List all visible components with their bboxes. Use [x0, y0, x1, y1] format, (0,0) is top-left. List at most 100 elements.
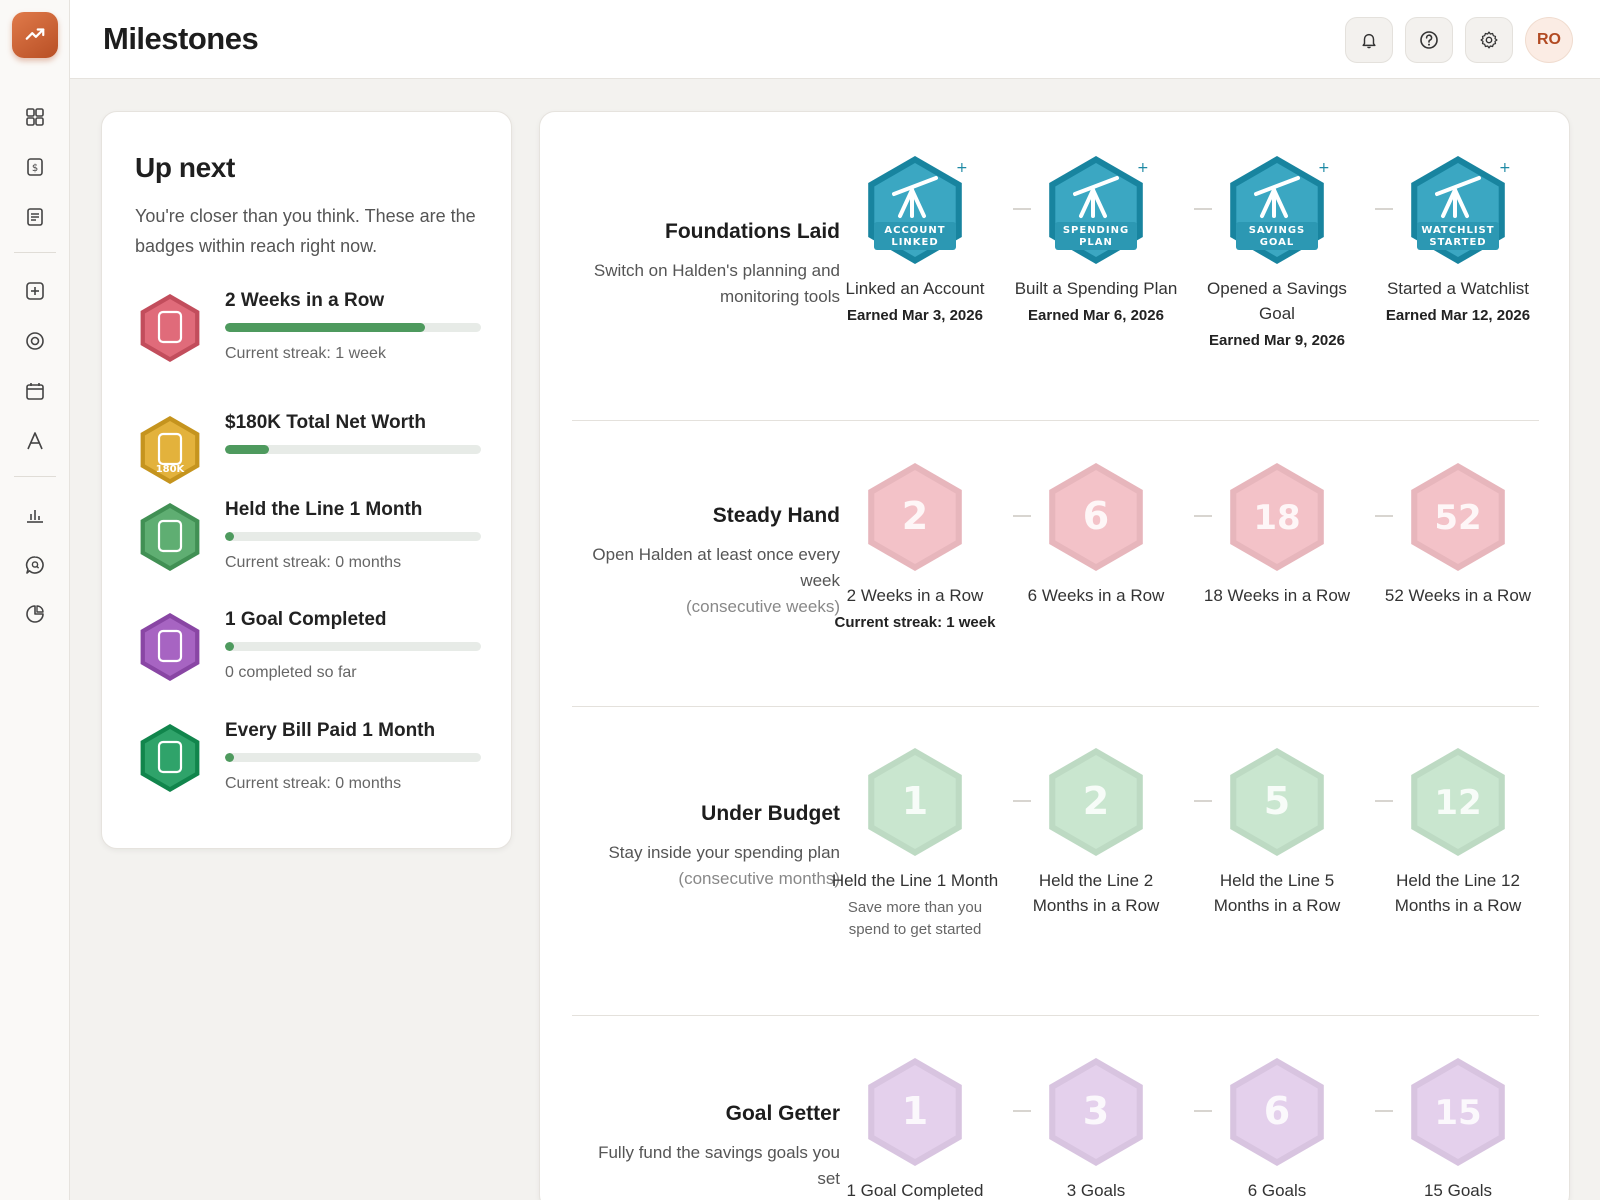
up-next-item-status: Current streak: 0 months: [225, 554, 402, 571]
progress-bar: [225, 445, 481, 454]
badge-status: Earned Mar 6, 2026: [1028, 307, 1164, 324]
milestone-badge[interactable]: 2 2 Weeks in a Row Current streak: 1 week: [830, 457, 1000, 634]
badge-number: 15: [1434, 1093, 1481, 1133]
badge-name: Opened a Savings Goal: [1207, 279, 1347, 323]
sidebar: $: [0, 0, 70, 1200]
badge-name: 2 Weeks in a Row: [846, 586, 984, 605]
trend-up-icon: [25, 28, 45, 40]
up-next-item-status: Current streak: 0 months: [225, 775, 402, 792]
badge-number: 2: [1083, 779, 1109, 823]
badge-name: 3 Goals: [1066, 1181, 1126, 1200]
milestone-badge[interactable]: 18 18 Weeks in a Row: [1192, 457, 1362, 608]
up-next-item[interactable]: 180K $180K Total Net Worth: [135, 412, 485, 512]
badge-status: Earned Mar 12, 2026: [1385, 307, 1531, 324]
section-title: Under Budget: [701, 802, 840, 825]
up-next-item-title: 2 Weeks in a Row: [225, 290, 385, 311]
sidebar-item-calendar[interactable]: [22, 378, 48, 404]
telescope-badge-icon: + SPENDINGPLAN: [1049, 156, 1149, 264]
section-description-text: Switch on Halden's planning and monitori…: [593, 261, 840, 306]
sidebar-item-money[interactable]: $: [22, 154, 48, 180]
milestone-badge[interactable]: + WATCHLIST STARTED Started a Watchlist Earn…: [1373, 150, 1543, 327]
sparkle-icon: +: [1137, 160, 1149, 176]
milestone-badge[interactable]: + ACCOUNT LINKED Linked an Account Earned Ma…: [830, 150, 1000, 327]
badge-hex-label: SPENDING: [1063, 225, 1129, 236]
badge-name: 1 Goal Completed: [846, 1181, 984, 1200]
app-logo[interactable]: [12, 12, 58, 58]
section-divider: [572, 420, 1539, 421]
section-title: Goal Getter: [725, 1102, 840, 1125]
badge-name: 52 Weeks in a Row: [1384, 586, 1532, 605]
locked-badge-icon: 52: [1411, 463, 1505, 571]
milestone-badge[interactable]: 6 6 Weeks in a Row: [1011, 457, 1181, 608]
badge-name: Held the Line 1 Month: [831, 871, 999, 890]
sidebar-item-add[interactable]: [22, 278, 48, 304]
up-next-item-title: 1 Goal Completed: [225, 609, 387, 630]
sidebar-item-allocation[interactable]: [22, 601, 48, 627]
locked-badge-icon: 6: [1230, 1058, 1324, 1166]
progress-fill: [225, 642, 234, 651]
sidebar-item-stats[interactable]: [22, 502, 48, 528]
notifications-button[interactable]: [1345, 17, 1393, 63]
dashboard-icon: [26, 108, 44, 126]
badge-hex-label: WATCHLIST: [1421, 225, 1494, 236]
up-next-item-title: Every Bill Paid 1 Month: [225, 720, 436, 741]
up-next-item[interactable]: 1 Goal Completed 0 completed so far: [135, 609, 485, 709]
milestone-badge[interactable]: 3 3 Goals: [1011, 1052, 1181, 1200]
telescope-badge-icon: + ACCOUNTLINKED: [868, 156, 968, 264]
locked-badge-icon: 1: [868, 1058, 962, 1166]
milestone-badge[interactable]: 12 Held the Line 12 Months in a Row: [1373, 742, 1543, 918]
badge-name: 6 Goals: [1247, 1181, 1307, 1200]
up-next-item[interactable]: Held the Line 1 Month Current streak: 0 m…: [135, 499, 485, 599]
badge-hex-label: PLAN: [1079, 237, 1113, 248]
badge-status: Current streak: 1 week: [834, 614, 996, 631]
milestone-badge[interactable]: 5 Held the Line 5 Months in a Row: [1192, 742, 1362, 918]
progress-fill: [225, 323, 425, 332]
sidebar-item-dashboard[interactable]: [22, 104, 48, 130]
locked-badge-icon: 2: [868, 463, 962, 571]
milestone-badge[interactable]: 52 52 Weeks in a Row: [1373, 457, 1543, 608]
milestone-badge[interactable]: 1 Held the Line 1 Month Save more than you…: [830, 742, 1000, 941]
section-description-note: (consecutive weeks): [685, 597, 840, 616]
sidebar-item-search-chat[interactable]: [22, 552, 48, 578]
sidebar-item-reports[interactable]: [22, 204, 48, 230]
help-icon: [1420, 31, 1438, 49]
sidebar-item-advice[interactable]: [22, 428, 48, 454]
user-avatar[interactable]: RO: [1525, 17, 1573, 63]
sparkle-icon: +: [1318, 160, 1330, 176]
milestone-badge[interactable]: + SPENDING PLAN Built a Spending Plan Earned…: [1011, 150, 1181, 327]
progress-bar: [225, 532, 481, 541]
locked-badge-icon: 18: [1230, 463, 1324, 571]
milestone-badge[interactable]: + SAVINGS GOAL Opened a Savings Goal Earned …: [1192, 150, 1362, 352]
telescope-badge-icon: + SAVINGSGOAL: [1230, 156, 1330, 264]
calendar-icon: [26, 383, 44, 400]
locked-badge-icon: 12: [1411, 748, 1505, 856]
milestone-badge[interactable]: 15 15 Goals: [1373, 1052, 1543, 1200]
sidebar-item-goals[interactable]: [22, 328, 48, 354]
section-description: Open Halden at least once every week (con…: [580, 542, 840, 620]
up-next-item[interactable]: Every Bill Paid 1 Month Current streak: 0…: [135, 720, 485, 820]
up-next-card: Up next You're closer than you think. Th…: [101, 111, 512, 849]
section-divider: [572, 706, 1539, 707]
section-divider: [572, 1015, 1539, 1016]
badge-hex-icon: [140, 294, 200, 362]
milestone-badge[interactable]: 2 Held the Line 2 Months in a Row: [1011, 742, 1181, 918]
progress-fill: [225, 753, 234, 762]
document-icon: [27, 208, 43, 226]
badge-number: 1: [902, 1089, 928, 1133]
badge-hex-icon: [140, 503, 200, 571]
milestone-badge[interactable]: 1 1 Goal Completed: [830, 1052, 1000, 1200]
milestone-badge[interactable]: 6 6 Goals: [1192, 1052, 1362, 1200]
sidebar-divider: [14, 252, 56, 253]
plus-square-icon: [26, 282, 44, 300]
section-title: Foundations Laid: [665, 220, 840, 243]
badge-hex-label: STARTED: [1429, 237, 1486, 248]
badge-status: Earned Mar 9, 2026: [1209, 332, 1345, 349]
progress-fill: [225, 445, 269, 454]
help-button[interactable]: [1405, 17, 1453, 63]
locked-badge-icon: 2: [1049, 748, 1143, 856]
badge-name: 6 Weeks in a Row: [1027, 586, 1165, 605]
up-next-item-status: 0 completed so far: [225, 664, 357, 681]
badge-status: Earned Mar 3, 2026: [847, 307, 983, 324]
settings-button[interactable]: [1465, 17, 1513, 63]
up-next-item[interactable]: 2 Weeks in a Row Current streak: 1 week: [135, 290, 485, 390]
